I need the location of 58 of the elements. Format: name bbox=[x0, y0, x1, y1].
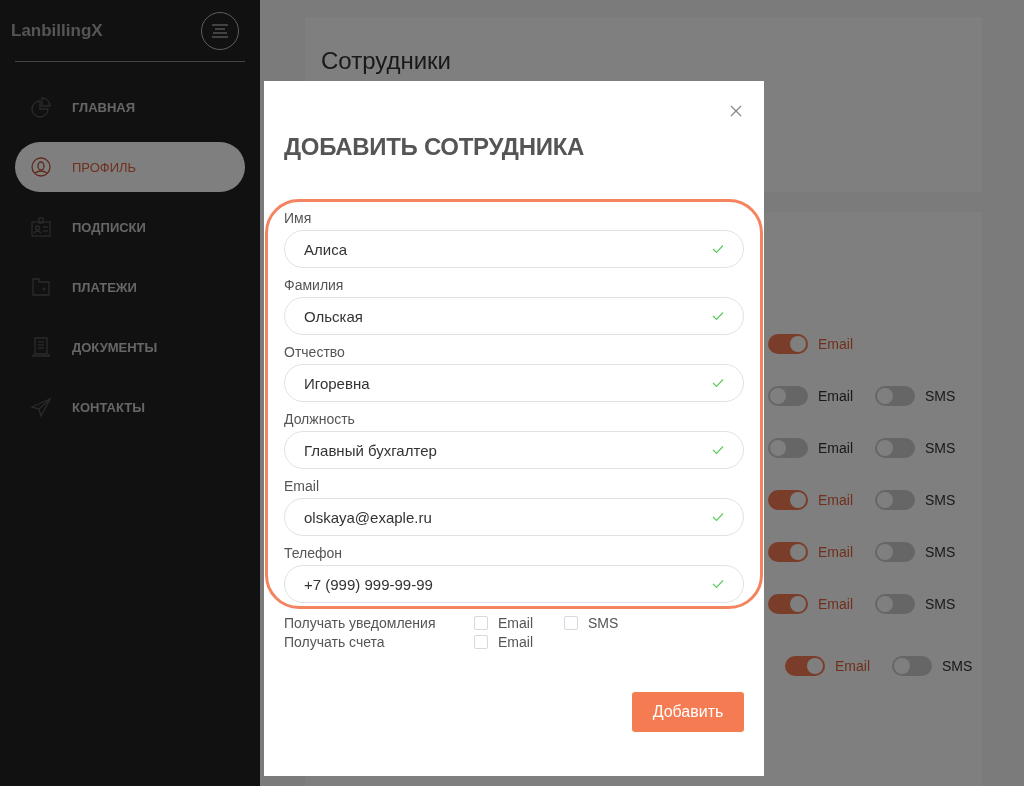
toggle-label: Email bbox=[818, 440, 853, 456]
toggle-switch[interactable] bbox=[768, 542, 808, 562]
close-icon bbox=[730, 105, 742, 117]
toggle-label: SMS bbox=[925, 544, 956, 560]
field-label: Фамилия bbox=[284, 277, 345, 293]
folder-icon bbox=[30, 276, 52, 298]
nav-item[interactable]: ГЛАВНАЯ bbox=[15, 82, 245, 132]
toggle-switch[interactable] bbox=[875, 438, 915, 458]
checkbox[interactable] bbox=[474, 635, 488, 649]
user-circle-icon bbox=[30, 156, 52, 178]
toggle-label: SMS bbox=[925, 596, 956, 612]
field-label: Имя bbox=[284, 210, 313, 226]
toggle-label: Email bbox=[835, 658, 870, 674]
toggle-label: Email bbox=[818, 336, 853, 352]
dialog-title: ДОБАВИТЬ СОТРУДНИКА bbox=[284, 133, 586, 161]
page-title: Сотрудники bbox=[321, 47, 452, 75]
field-label: Должность bbox=[284, 411, 356, 427]
nav-item[interactable]: ПЛАТЕЖИ bbox=[15, 262, 245, 312]
toggle-label: Email bbox=[818, 544, 853, 560]
app-logo: LanbillingX bbox=[11, 20, 103, 41]
toggle-switch[interactable] bbox=[768, 490, 808, 510]
close-button[interactable] bbox=[730, 105, 742, 117]
toggle-label: Email bbox=[818, 388, 853, 404]
checkbox[interactable] bbox=[564, 616, 578, 630]
add-button[interactable]: Добавить bbox=[632, 692, 744, 732]
field-label: Отчество bbox=[284, 344, 346, 360]
toggle-switch[interactable] bbox=[875, 542, 915, 562]
checkbox-label: SMS bbox=[588, 615, 619, 631]
field-label: Телефон bbox=[284, 545, 344, 561]
toggle-label: SMS bbox=[925, 440, 956, 456]
toggle-label: Email bbox=[818, 492, 853, 508]
toggle-switch[interactable] bbox=[875, 386, 915, 406]
paper-plane-icon bbox=[30, 396, 52, 418]
pie-chart-icon bbox=[30, 96, 52, 118]
toggle-switch[interactable] bbox=[875, 594, 915, 614]
toggle-switch[interactable] bbox=[768, 438, 808, 458]
toggle-switch[interactable] bbox=[768, 334, 808, 354]
toggle-switch[interactable] bbox=[768, 594, 808, 614]
toggle-label: SMS bbox=[942, 658, 973, 674]
id-card-icon bbox=[30, 216, 52, 238]
nav-item[interactable]: ДОКУМЕНТЫ bbox=[15, 322, 245, 372]
toggle-label: Email bbox=[818, 596, 853, 612]
field-label: Email bbox=[284, 478, 320, 494]
toggle-switch[interactable] bbox=[785, 656, 825, 676]
menu-icon bbox=[211, 23, 229, 38]
toggle-switch[interactable] bbox=[768, 386, 808, 406]
checkbox[interactable] bbox=[474, 616, 488, 630]
toggle-label: SMS bbox=[925, 388, 956, 404]
checkbox-label: Email bbox=[498, 615, 533, 631]
option-label: Получать счета bbox=[284, 634, 386, 650]
toggle-switch[interactable] bbox=[892, 656, 932, 676]
nav-item[interactable]: ПОДПИСКИ bbox=[15, 202, 245, 252]
toggle-switch[interactable] bbox=[875, 490, 915, 510]
option-label: Получать уведомления bbox=[284, 615, 437, 631]
nav-item[interactable]: КОНТАКТЫ bbox=[15, 382, 245, 432]
nav-item[interactable]: ПРОФИЛЬ bbox=[15, 142, 245, 192]
toggle-label: SMS bbox=[925, 492, 956, 508]
checkbox-label: Email bbox=[498, 634, 533, 650]
